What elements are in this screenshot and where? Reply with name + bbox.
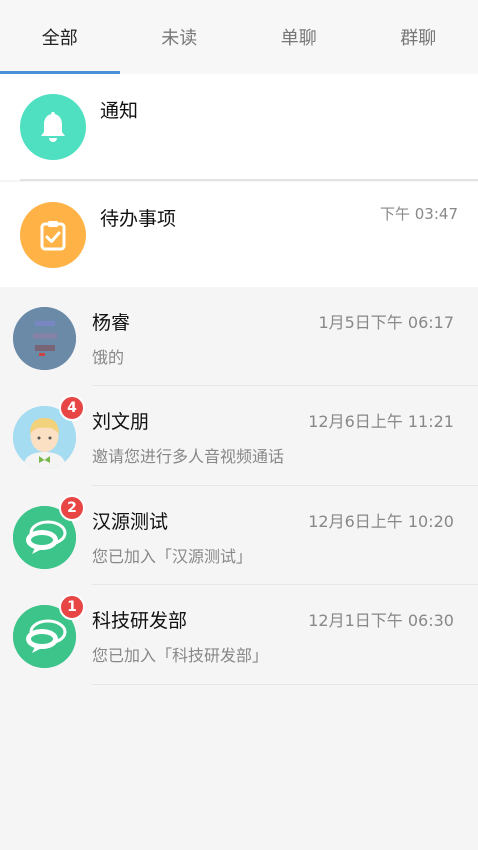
unread-badge: 2 — [59, 495, 85, 521]
avatar — [13, 307, 76, 370]
todo-time: 下午 03:47 — [380, 205, 458, 223]
chat-name: 科技研发部 — [92, 610, 188, 632]
chat-time: 1月5日下午 06:17 — [318, 313, 454, 332]
chat-name: 杨睿 — [92, 312, 131, 334]
chat-preview: 饿的 — [92, 348, 125, 367]
notice-entry[interactable]: 通知 — [0, 74, 478, 180]
notice-title: 通知 — [100, 100, 139, 122]
bell-icon — [20, 94, 86, 160]
chat-preview: 您已加入「汉源测试」 — [92, 547, 253, 566]
tab-bar: 全部 未读 单聊 群聊 — [0, 0, 478, 74]
chat-name: 刘文朋 — [92, 411, 150, 433]
todo-entry[interactable]: 待办事项 下午 03:47 — [0, 182, 478, 287]
unread-badge: 4 — [59, 395, 85, 421]
divider — [92, 684, 478, 685]
tab-single-chat[interactable]: 单聊 — [239, 0, 359, 74]
chat-preview: 邀请您进行多人音视频通话 — [92, 447, 285, 466]
unread-badge: 1 — [59, 594, 85, 620]
divider — [20, 179, 478, 181]
chat-item-tech-rd[interactable]: 1 科技研发部 12月1日下午 06:30 您已加入「科技研发部」 — [0, 585, 478, 684]
chat-time: 12月6日上午 10:20 — [308, 512, 454, 531]
tab-all[interactable]: 全部 — [0, 0, 120, 74]
chat-item-yangrui[interactable]: 杨睿 1月5日下午 06:17 饿的 — [0, 287, 478, 386]
clipboard-check-icon — [20, 202, 86, 268]
chat-time: 12月1日下午 06:30 — [308, 611, 454, 630]
chat-name: 汉源测试 — [92, 511, 169, 533]
chat-item-hanyuan-test[interactable]: 2 汉源测试 12月6日上午 10:20 您已加入「汉源测试」 — [0, 486, 478, 585]
todo-title: 待办事项 — [100, 208, 177, 230]
chat-time: 12月6日上午 11:21 — [308, 412, 454, 431]
tab-group-chat[interactable]: 群聊 — [359, 0, 478, 74]
chat-preview: 您已加入「科技研发部」 — [92, 646, 269, 665]
tab-unread[interactable]: 未读 — [120, 0, 240, 74]
chat-item-liuwenpeng[interactable]: 4 刘文朋 12月6日上午 11:21 邀请您进行多人音视频通话 — [0, 386, 478, 485]
